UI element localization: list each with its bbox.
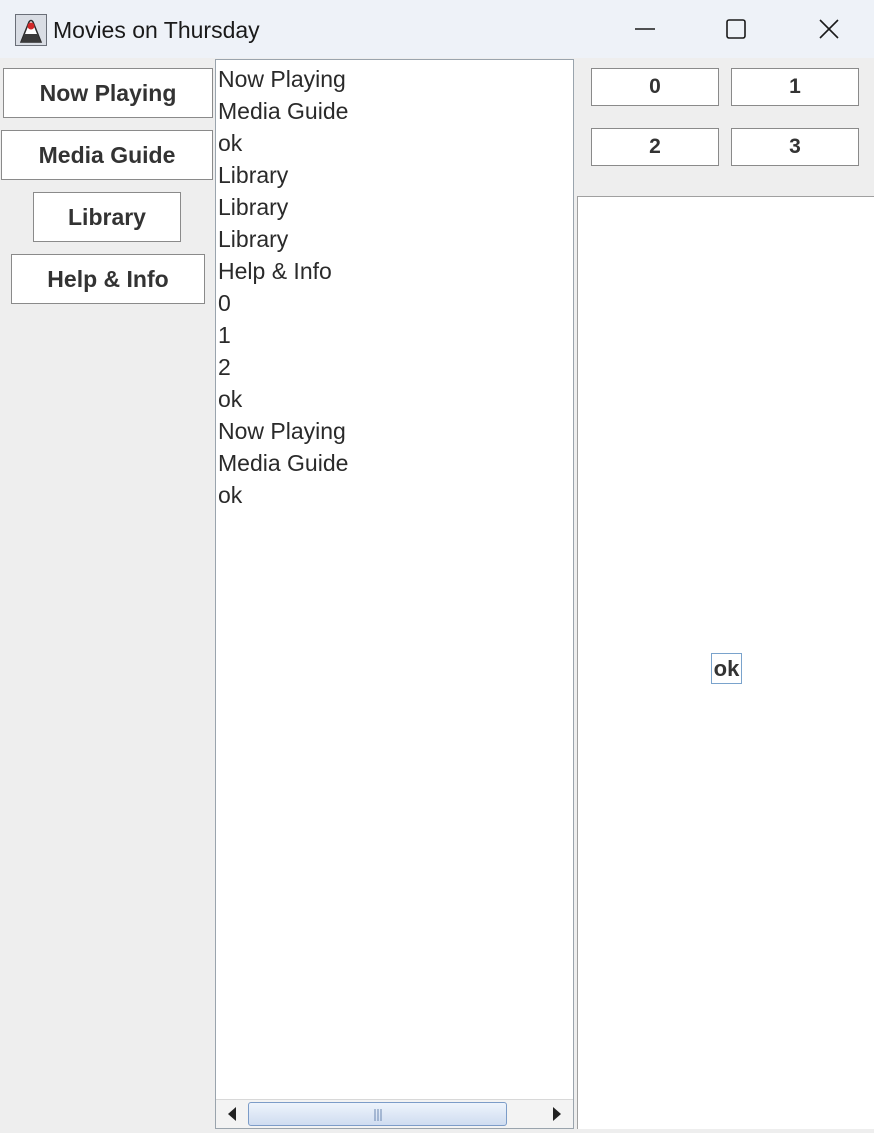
grid-button-2[interactable]: 2: [591, 128, 719, 166]
list-item[interactable]: ok: [218, 386, 242, 413]
grid-button-3[interactable]: 3: [731, 128, 859, 166]
maximize-button[interactable]: [691, 0, 781, 58]
grid-button-0[interactable]: 0: [591, 68, 719, 106]
list-item[interactable]: Library: [218, 162, 288, 189]
list-item[interactable]: Library: [218, 194, 288, 221]
list-item[interactable]: Now Playing: [218, 418, 346, 445]
list-item[interactable]: Help & Info: [218, 258, 332, 285]
close-button[interactable]: [784, 0, 874, 58]
arrow-left-icon: [228, 1107, 236, 1121]
close-icon: [819, 19, 839, 39]
list-item[interactable]: 2: [218, 354, 231, 381]
ok-button[interactable]: ok: [711, 653, 742, 684]
list-item[interactable]: Now Playing: [218, 66, 346, 93]
help-info-button[interactable]: Help & Info: [11, 254, 205, 304]
list-item[interactable]: ok: [218, 482, 242, 509]
grid-button-1[interactable]: 1: [731, 68, 859, 106]
scroll-right-button[interactable]: [543, 1100, 571, 1128]
java-duke-icon: [15, 14, 47, 46]
minimize-icon: [635, 28, 655, 30]
title-bar: Movies on Thursday: [0, 0, 874, 58]
grip-icon: [374, 1109, 381, 1121]
list-item[interactable]: Library: [218, 226, 288, 253]
message-list[interactable]: Now Playing Media Guide ok Library Libra…: [215, 59, 574, 1129]
library-button[interactable]: Library: [33, 192, 181, 242]
horizontal-scrollbar[interactable]: [216, 1099, 573, 1128]
arrow-right-icon: [553, 1107, 561, 1121]
list-item[interactable]: ok: [218, 130, 242, 157]
scroll-thumb[interactable]: [248, 1102, 507, 1126]
maximize-icon: [726, 19, 746, 39]
media-guide-button[interactable]: Media Guide: [1, 130, 213, 180]
list-item[interactable]: Media Guide: [218, 98, 348, 125]
content-panel: ok: [577, 196, 874, 1129]
list-item[interactable]: 0: [218, 290, 231, 317]
window-title: Movies on Thursday: [53, 17, 260, 43]
list-item[interactable]: 1: [218, 322, 231, 349]
list-item[interactable]: Media Guide: [218, 450, 348, 477]
now-playing-button[interactable]: Now Playing: [3, 68, 213, 118]
scroll-left-button[interactable]: [218, 1100, 246, 1128]
minimize-button[interactable]: [600, 0, 690, 58]
